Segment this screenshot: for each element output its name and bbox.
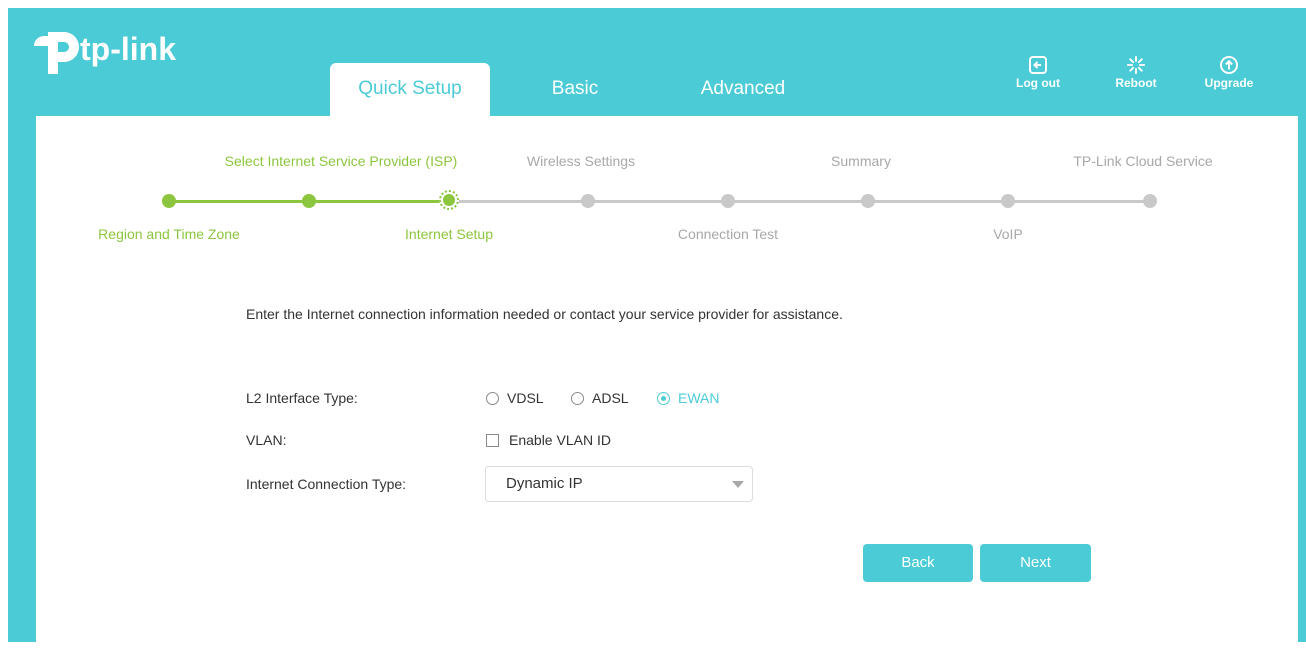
step-label-wireless-settings: Wireless Settings [526, 153, 636, 169]
internet-connection-type-label: Internet Connection Type: [246, 476, 407, 492]
radio-ewan[interactable]: EWAN [657, 390, 719, 406]
step-dot-wireless [581, 194, 595, 208]
upgrade-label: Upgrade [1204, 76, 1254, 90]
step-label-internet-setup: Internet Setup [405, 226, 493, 242]
step-label-voip: VoIP [993, 226, 1023, 242]
brand-name: tp-link [80, 31, 176, 67]
logout-button[interactable]: Log out [1008, 55, 1068, 90]
internet-connection-type-select[interactable]: Dynamic IP [485, 466, 753, 502]
step-label-select-isp: Select Internet Service Provider (ISP) [224, 153, 458, 169]
internet-connection-type-value: Dynamic IP [506, 475, 583, 492]
enable-vlan-checkbox-box[interactable] [486, 434, 499, 447]
tab-advanced[interactable]: Advanced [668, 63, 818, 118]
chevron-down-icon [732, 481, 744, 488]
tp-link-logo: tp-link [34, 24, 224, 74]
vlan-label: VLAN: [246, 432, 287, 448]
next-button[interactable]: Next [980, 544, 1091, 582]
reboot-label: Reboot [1115, 76, 1157, 90]
step-dot-region [162, 194, 176, 208]
radio-ewan-label: EWAN [678, 390, 720, 406]
l2-interface-type-label: L2 Interface Type: [246, 390, 358, 406]
step-label-connection-test: Connection Test [677, 226, 779, 242]
enable-vlan-checkbox[interactable]: Enable VLAN ID [486, 432, 611, 448]
tab-quick-setup[interactable]: Quick Setup [330, 63, 490, 118]
radio-adsl[interactable]: ADSL [571, 390, 629, 406]
radio-vdsl-label: VDSL [507, 390, 544, 406]
radio-adsl-indicator[interactable] [571, 392, 584, 405]
step-dot-summary [861, 194, 875, 208]
step-label-cloud-service: TP-Link Cloud Service [1073, 153, 1213, 169]
progress-line-pending [449, 200, 1151, 203]
app-frame: tp-link Quick Setup Basic Advanced Log o… [8, 8, 1306, 650]
radio-vdsl-indicator[interactable] [486, 392, 499, 405]
upgrade-icon [1220, 56, 1238, 74]
step-dot-cloud [1143, 194, 1157, 208]
radio-adsl-label: ADSL [592, 390, 629, 406]
enable-vlan-label: Enable VLAN ID [509, 432, 611, 448]
reboot-icon [1127, 56, 1145, 74]
step-label-region-time-zone: Region and Time Zone [98, 226, 240, 242]
logout-icon [1029, 56, 1047, 74]
step-dot-voip [1001, 194, 1015, 208]
quick-setup-panel: Select Internet Service Provider (ISP) W… [36, 116, 1298, 650]
step-label-summary: Summary [831, 153, 891, 169]
upgrade-button[interactable]: Upgrade [1199, 55, 1259, 90]
step-dot-isp [302, 194, 316, 208]
tp-link-logo-icon [34, 32, 79, 74]
logout-label: Log out [1016, 76, 1060, 90]
radio-vdsl[interactable]: VDSL [486, 390, 544, 406]
step-dot-internet-setup-current [439, 190, 459, 210]
back-button[interactable]: Back [863, 544, 973, 582]
tab-basic[interactable]: Basic [520, 63, 630, 118]
page-top-strip [0, 0, 1306, 8]
form-description: Enter the Internet connection informatio… [246, 306, 843, 322]
reboot-button[interactable]: Reboot [1106, 55, 1166, 90]
radio-ewan-indicator[interactable] [657, 392, 670, 405]
step-dot-connection-test [721, 194, 735, 208]
